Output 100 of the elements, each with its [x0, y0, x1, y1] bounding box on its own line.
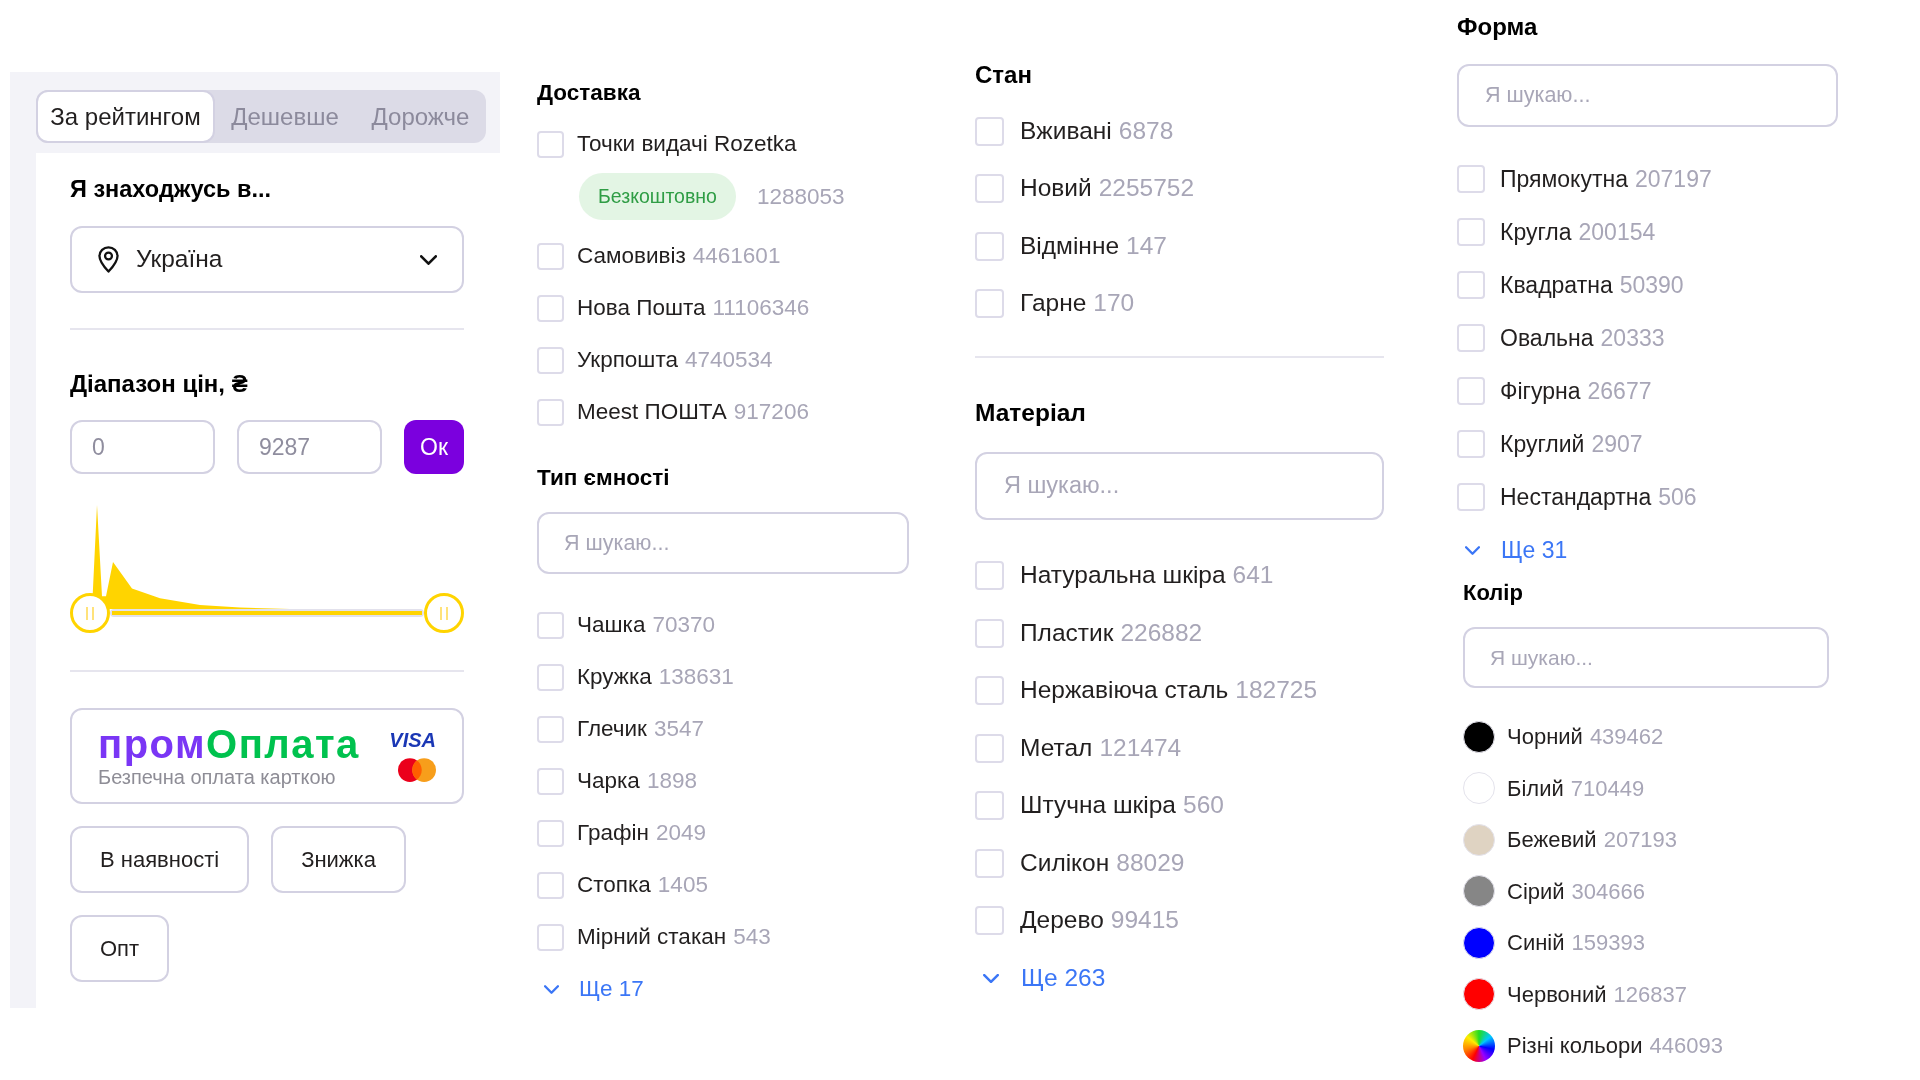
- checkbox[interactable]: [1457, 165, 1485, 193]
- section-heading: Діапазон цін, ₴: [70, 370, 248, 398]
- color-swatch-icon[interactable]: [1463, 978, 1495, 1011]
- section-heading: Форма: [1457, 13, 1539, 41]
- checkbox[interactable]: [975, 676, 1004, 706]
- multicolor-swatch-icon[interactable]: [1463, 1029, 1495, 1062]
- option-count: 2255752: [1098, 173, 1195, 204]
- option-label: Стопка: [577, 871, 651, 900]
- checkbox[interactable]: [537, 819, 564, 847]
- range-thumb[interactable]: [424, 593, 464, 633]
- option-label: Точки видачі Rozetka: [577, 130, 797, 159]
- show-more-link[interactable]: Ще 17: [537, 972, 644, 1006]
- checkbox[interactable]: [975, 231, 1004, 261]
- option-count: 50390: [1619, 270, 1684, 300]
- range-thumb[interactable]: [70, 593, 110, 633]
- checkbox[interactable]: [975, 289, 1004, 319]
- promoplata-logo: промОплата: [98, 723, 360, 765]
- option-label: Вживані: [1020, 115, 1112, 146]
- option-count: 70370: [652, 611, 715, 640]
- max-price-field[interactable]: 9287: [237, 420, 382, 474]
- option-label: Білий: [1507, 774, 1564, 803]
- checkbox[interactable]: [1457, 324, 1485, 352]
- free-badge: Безкоштовно: [579, 173, 736, 220]
- checkbox[interactable]: [975, 906, 1004, 936]
- color-swatch-icon[interactable]: [1463, 720, 1495, 753]
- checkbox[interactable]: [537, 346, 564, 374]
- option-count: 543: [733, 923, 771, 952]
- ok-button[interactable]: Ок: [404, 420, 464, 474]
- checkbox[interactable]: [975, 561, 1004, 591]
- chevron-down-icon: [983, 973, 999, 983]
- search-field[interactable]: Я шукаю...: [1463, 627, 1829, 688]
- option-count: 99415: [1110, 905, 1179, 936]
- chevron-down-icon: [1465, 545, 1480, 555]
- chevron-down-icon: [544, 984, 559, 994]
- chevron-down-icon: [420, 254, 437, 265]
- option-label: Глечик: [577, 715, 647, 744]
- option-count: 1288053: [756, 183, 845, 209]
- option-count: 2049: [655, 819, 706, 848]
- checkbox[interactable]: [537, 130, 564, 158]
- checkbox[interactable]: [975, 618, 1004, 648]
- option-count: 304666: [1571, 877, 1645, 906]
- section-heading: Я знаходжусь в...: [70, 175, 272, 203]
- option-count: 6878: [1118, 115, 1174, 146]
- option-label: Натуральна шкіра: [1020, 560, 1226, 591]
- checkbox[interactable]: [975, 733, 1004, 763]
- option-label: Сірий: [1507, 877, 1565, 906]
- option-count: 1405: [657, 871, 708, 900]
- checkbox[interactable]: [537, 611, 564, 639]
- option-count: 121474: [1099, 732, 1182, 763]
- checkbox[interactable]: [537, 871, 564, 899]
- checkbox[interactable]: [1457, 377, 1485, 405]
- option-count: 20333: [1600, 323, 1665, 353]
- option-label: Новий: [1020, 173, 1092, 204]
- checkbox[interactable]: [975, 791, 1004, 821]
- checkbox[interactable]: [537, 923, 564, 951]
- option-count: 170: [1093, 288, 1135, 319]
- location-select[interactable]: Україна: [70, 226, 464, 293]
- search-field[interactable]: Я шукаю...: [975, 451, 1384, 520]
- checkbox[interactable]: [537, 767, 564, 795]
- mastercard-icon: [398, 758, 436, 782]
- checkbox[interactable]: [1457, 430, 1485, 458]
- min-price-field[interactable]: 0: [70, 420, 215, 474]
- option-label: Кругла: [1500, 217, 1572, 247]
- option-label: Гарне: [1020, 288, 1087, 319]
- checkbox[interactable]: [1457, 218, 1485, 246]
- checkbox[interactable]: [1457, 271, 1485, 299]
- option-count: 88029: [1116, 847, 1185, 878]
- checkbox[interactable]: [537, 398, 564, 426]
- checkbox[interactable]: [537, 294, 564, 322]
- option-label: Нова Пошта: [577, 294, 706, 323]
- checkbox[interactable]: [975, 848, 1004, 878]
- search-field[interactable]: Я шукаю...: [1457, 64, 1838, 127]
- option-label: Метал: [1020, 732, 1093, 763]
- option-label: Чорний: [1507, 723, 1583, 752]
- sort-tab[interactable]: За рейтингом: [36, 90, 215, 143]
- option-count: 26677: [1587, 376, 1652, 406]
- option-label: Самовивіз: [577, 242, 686, 271]
- show-more-link[interactable]: Ще 263: [975, 959, 1106, 997]
- checkbox[interactable]: [1457, 483, 1485, 511]
- filter-chip[interactable]: В наявності: [70, 826, 250, 893]
- checkbox[interactable]: [975, 174, 1004, 204]
- visa-logo: VISA: [389, 730, 436, 750]
- option-label: Фігурна: [1500, 376, 1581, 406]
- checkbox[interactable]: [537, 242, 564, 270]
- option-count: 226882: [1120, 617, 1203, 648]
- checkbox[interactable]: [537, 663, 564, 691]
- filter-chip[interactable]: Опт: [70, 915, 170, 982]
- checkbox[interactable]: [537, 715, 564, 743]
- option-label: Чашка: [577, 611, 646, 640]
- color-swatch-icon[interactable]: [1463, 926, 1495, 959]
- checkbox[interactable]: [975, 116, 1004, 146]
- option-count: 4740534: [684, 346, 773, 375]
- payment-banner[interactable]: промОплата Безпечна оплата карткою VISA: [70, 708, 464, 804]
- search-field[interactable]: Я шукаю...: [537, 512, 909, 574]
- option-count: 641: [1232, 560, 1274, 591]
- color-swatch-icon[interactable]: [1463, 823, 1495, 856]
- color-swatch-icon[interactable]: [1463, 875, 1495, 908]
- show-more-link[interactable]: Ще 31: [1457, 532, 1568, 568]
- color-swatch-icon[interactable]: [1463, 772, 1495, 805]
- filter-chip[interactable]: Знижка: [271, 826, 406, 893]
